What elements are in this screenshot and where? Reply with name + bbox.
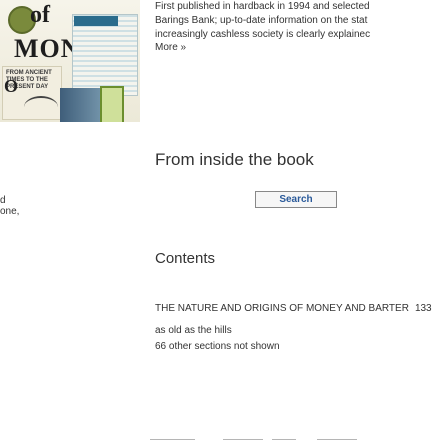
description-line: increasingly cashless society is clearly… — [155, 29, 371, 40]
clipped-text-line: one, — [0, 206, 20, 217]
contents-heading: Contents — [155, 250, 216, 267]
description-line: First published in hardback in 1994 and … — [155, 1, 370, 12]
cover-title-of: of — [30, 2, 50, 28]
description-line: Barings Bank; up-to-date information on … — [155, 15, 368, 26]
book-description: First published in hardback in 1994 and … — [155, 0, 448, 42]
toc-entry[interactable]: THE NATURE AND ORIGINS OF MONEY AND BART… — [155, 303, 432, 314]
clipped-text-fragment: d one, — [0, 195, 19, 217]
toc-sub-entry[interactable]: as old as the hills — [155, 325, 232, 336]
search-inside-button[interactable]: Search — [255, 191, 337, 208]
cover-document-header — [74, 16, 118, 26]
bottom-divider — [150, 435, 360, 443]
cover-document-illustration — [72, 14, 138, 96]
toc-entry-page: 133 — [414, 303, 432, 314]
cover-letter-o: O — [4, 76, 19, 96]
cover-sketch — [24, 96, 58, 118]
book-cover-image[interactable]: of MONEY FROM ANCIENT TIMES TO THE PRESE… — [0, 0, 140, 122]
clipped-text-line: d — [0, 195, 6, 206]
cover-photo-frame — [100, 86, 124, 122]
inside-book-heading: From inside the book — [155, 150, 314, 169]
more-link[interactable]: More » — [155, 42, 186, 53]
other-sections-note: 66 other sections not shown — [155, 341, 280, 352]
toc-entry-title: THE NATURE AND ORIGINS OF MONEY AND BART… — [155, 303, 409, 314]
